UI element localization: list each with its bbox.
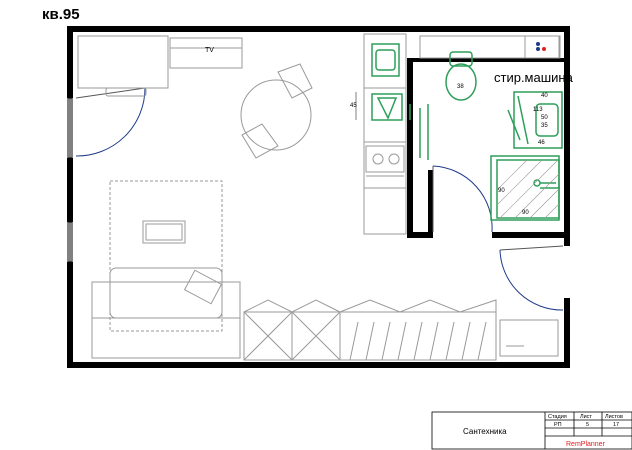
boiler-icon <box>536 42 540 46</box>
bath-dim-3: 50 <box>541 115 548 121</box>
sheets-header: Листов <box>605 414 623 420</box>
boiler-cold-icon <box>536 47 540 51</box>
dimensions: 38 45 40 113 50 35 46 90 90 <box>350 84 548 216</box>
bath-dim-2: 113 <box>533 107 543 113</box>
brand-logo: RemPlanner <box>566 441 606 448</box>
washer-label: стир.машина <box>494 70 574 85</box>
bath-dim-5: 46 <box>538 140 545 146</box>
floor-plan: кв.95 TV 38 45 40 113 50 35 46 90 90 сти… <box>42 6 632 450</box>
sheets-value: 17 <box>613 422 619 428</box>
stage-header: Стадия <box>548 414 567 420</box>
sheet-title: Сантехника <box>463 427 507 436</box>
tv-label: TV <box>205 47 214 54</box>
doors <box>75 87 564 311</box>
shower-dim-1: 90 <box>498 188 505 194</box>
stage-value: РП <box>554 422 562 428</box>
toilet-dim: 38 <box>457 84 464 90</box>
sheet-header: Лист <box>580 414 592 420</box>
bath-dim-4: 35 <box>541 123 548 129</box>
boiler-hot-icon <box>542 47 546 51</box>
apartment-label: кв.95 <box>42 6 80 23</box>
shower-dim-2: 90 <box>522 210 529 216</box>
bath-dim-1: 40 <box>541 93 548 99</box>
sheet-value: 5 <box>586 422 589 428</box>
furniture <box>77 33 561 361</box>
